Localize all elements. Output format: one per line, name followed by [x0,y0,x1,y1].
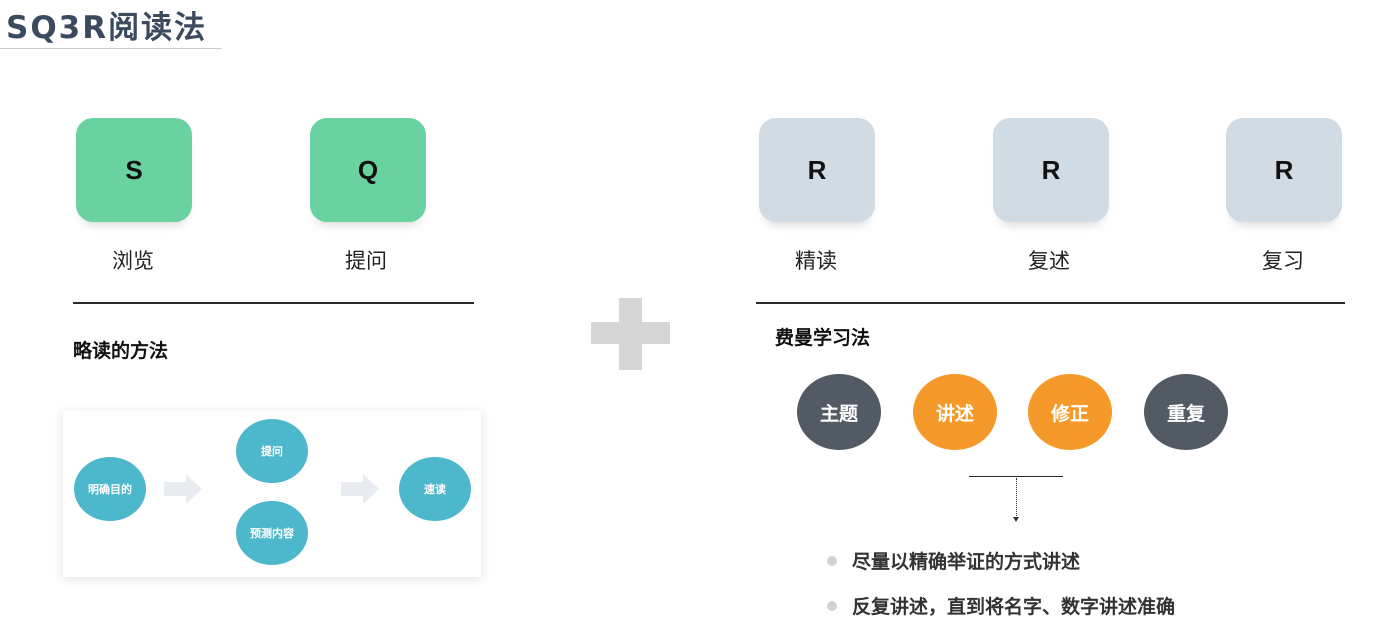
flow-node-speedread: 速读 [399,457,471,521]
flow-arrow-icon [341,474,379,504]
page-title: SQ3R阅读法 [6,10,208,46]
bullet-item: 尽量以精确举证的方式讲述 [852,551,1081,573]
tile-s: S [76,118,192,222]
right-divider [756,302,1345,304]
tile-label-s: 浏览 [112,249,154,273]
flow-node-predict: 预测内容 [236,501,308,565]
bullet-icon [827,556,837,566]
step-explain: 讲述 [913,374,997,450]
plus-icon-vertical [619,298,642,370]
step-topic: 主题 [797,374,881,450]
bullet-icon [827,601,837,611]
feynman-title: 费曼学习法 [775,327,871,349]
step-correct: 修正 [1028,374,1112,450]
flow-node-purpose: 明确目的 [74,457,146,521]
tile-label-read: 精读 [795,249,837,273]
tile-r-review: R [1226,118,1342,222]
title-underline [0,48,222,49]
dotted-connector [1016,478,1017,518]
steps-bracket-line [969,476,1063,477]
skimming-flow-diagram: 明确目的 提问 预测内容 速读 [63,410,481,577]
arrow-down-icon [1013,517,1019,522]
flow-arrow-icon [164,474,202,504]
left-divider [73,302,474,304]
bullet-item: 反复讲述，直到将名字、数字讲述准确 [852,596,1176,618]
tile-label-recite: 复述 [1028,249,1070,273]
tile-r-recite: R [993,118,1109,222]
tile-label-review: 复习 [1262,249,1304,273]
tile-label-q: 提问 [345,249,387,273]
step-repeat: 重复 [1144,374,1228,450]
skimming-methods-title: 略读的方法 [73,340,169,362]
tile-r-read: R [759,118,875,222]
flow-node-question: 提问 [236,419,308,483]
tile-q: Q [310,118,426,222]
